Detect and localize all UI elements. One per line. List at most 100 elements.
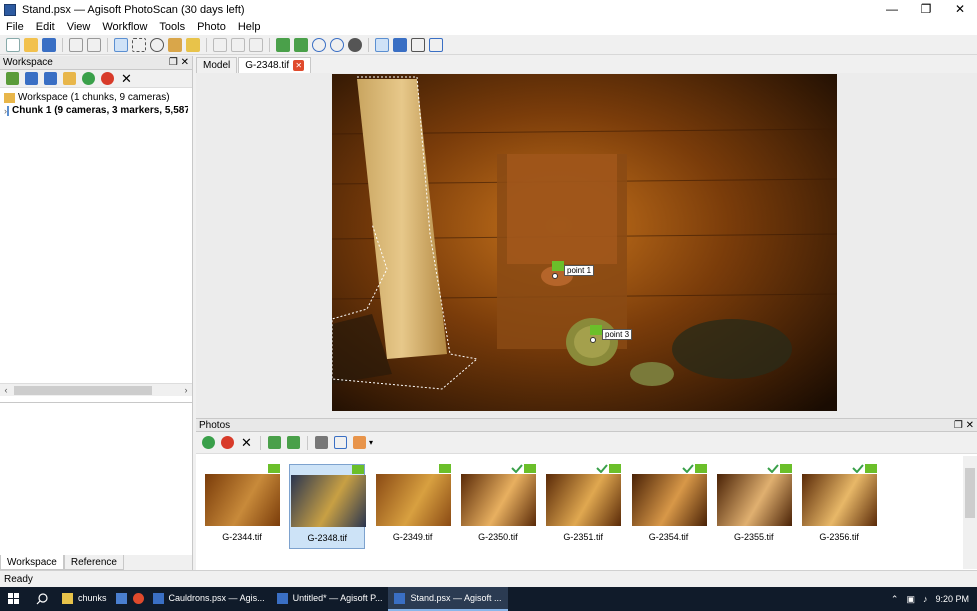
search-button[interactable]: [28, 587, 56, 611]
rectangle-select-icon[interactable]: [132, 37, 146, 52]
rotate-right-icon[interactable]: [294, 37, 308, 52]
float-panel-icon[interactable]: ❐: [954, 420, 963, 431]
photo-thumbnail[interactable]: G-2355.tif: [716, 464, 792, 549]
photoscan-icon: [394, 592, 406, 604]
filter-icon[interactable]: [315, 436, 328, 449]
photo-thumbnail[interactable]: G-2350.tif: [460, 464, 536, 549]
intelligent-scissors-icon[interactable]: [168, 37, 182, 52]
photo-thumbnail[interactable]: G-2354.tif: [631, 464, 707, 549]
add-selection-icon[interactable]: [213, 37, 227, 52]
minimize-button[interactable]: —: [875, 0, 909, 19]
tab-workspace[interactable]: Workspace: [0, 555, 64, 570]
menu-workflow[interactable]: Workflow: [96, 21, 153, 33]
volume-icon[interactable]: ♪: [923, 594, 928, 604]
open-folder-icon[interactable]: [24, 37, 38, 52]
marker-point-1[interactable]: point 1: [552, 261, 595, 279]
tree-item-label: Chunk 1 (9 cameras, 3 markers, 5,587: [12, 105, 188, 116]
add-folder-icon[interactable]: [44, 72, 57, 85]
taskbar-item-stand[interactable]: Stand.psx — Agisoft ...: [388, 587, 508, 611]
show-masks-icon[interactable]: [375, 37, 389, 52]
zoom-out-icon[interactable]: [330, 37, 344, 52]
scrollbar-thumb[interactable]: [14, 386, 152, 395]
photo-image[interactable]: point 1 point 3: [332, 74, 837, 411]
menu-edit[interactable]: Edit: [30, 21, 61, 33]
add-photos-icon[interactable]: [25, 72, 38, 85]
panel-controls: ❐ ✕: [954, 420, 974, 431]
menu-file[interactable]: File: [0, 21, 30, 33]
brightness-icon[interactable]: [348, 37, 362, 52]
close-panel-icon[interactable]: ✕: [966, 420, 974, 431]
menu-help[interactable]: Help: [232, 21, 267, 33]
close-panel-icon[interactable]: ✕: [181, 57, 189, 68]
crop-selection-icon[interactable]: [249, 37, 263, 52]
clock[interactable]: 9:20 PM: [935, 594, 969, 604]
rotate-right-icon[interactable]: [287, 436, 300, 449]
taskbar-item-label: Untitled* — Agisoft P...: [292, 593, 383, 603]
rotate-left-icon[interactable]: [268, 436, 281, 449]
enable-icon[interactable]: [82, 72, 95, 85]
tree-item-workspace[interactable]: Workspace (1 chunks, 9 cameras): [4, 91, 188, 104]
menu-view[interactable]: View: [61, 21, 97, 33]
tab-photo[interactable]: G-2348.tif ✕: [238, 57, 312, 73]
photo-thumbnail[interactable]: G-2351.tif: [545, 464, 622, 549]
photo-thumbnail[interactable]: G-2356.tif: [801, 464, 878, 549]
taskbar-item-untitled[interactable]: Untitled* — Agisoft P...: [271, 587, 389, 611]
float-panel-icon[interactable]: ❐: [169, 57, 178, 68]
lasso-select-icon[interactable]: [150, 37, 164, 52]
magic-wand-icon[interactable]: [186, 37, 200, 52]
scrollbar-thumb[interactable]: [965, 468, 975, 518]
disable-camera-icon[interactable]: [221, 436, 234, 449]
thumbnail-image: [375, 474, 451, 526]
tab-model[interactable]: Model: [196, 57, 238, 73]
enable-camera-icon[interactable]: [202, 436, 215, 449]
zoom-in-icon[interactable]: [312, 37, 326, 52]
start-button[interactable]: [0, 587, 28, 611]
photo-thumbnail[interactable]: G-2349.tif: [375, 464, 451, 549]
vertical-scrollbar[interactable]: [963, 456, 977, 569]
remove-camera-icon[interactable]: ✕: [240, 436, 253, 449]
toolbar-separator: [62, 37, 63, 52]
new-file-icon[interactable]: [6, 37, 20, 52]
chevron-up-icon[interactable]: ⌃: [891, 594, 899, 605]
windows-icon: [8, 593, 19, 604]
photo-viewer[interactable]: point 1 point 3: [196, 73, 977, 418]
photo-thumbnail[interactable]: G-2344.tif: [204, 464, 280, 549]
horizontal-scrollbar[interactable]: ‹ ›: [0, 383, 192, 396]
subtract-selection-icon[interactable]: [231, 37, 245, 52]
close-tab-icon[interactable]: ✕: [293, 60, 305, 71]
rotate-left-icon[interactable]: [276, 37, 290, 52]
redo-icon[interactable]: [87, 37, 101, 52]
navigation-tool-icon[interactable]: [114, 37, 128, 52]
scroll-left-icon[interactable]: ‹: [0, 384, 12, 397]
system-tray: ⌃ ▣ ♪ 9:20 PM: [891, 587, 969, 611]
workspace-panel-header: Workspace ❐ ✕: [0, 56, 192, 70]
taskbar-pinned-browser[interactable]: [130, 587, 147, 611]
add-marker-icon[interactable]: [63, 72, 76, 85]
scroll-right-icon[interactable]: ›: [180, 384, 192, 397]
app-icon: [4, 3, 16, 16]
remove-icon[interactable]: ✕: [120, 72, 133, 85]
view-mode-icon[interactable]: [353, 436, 366, 449]
menu-photo[interactable]: Photo: [191, 21, 232, 33]
taskbar-item-cauldrons[interactable]: Cauldrons.psx — Agis...: [147, 587, 271, 611]
undo-icon[interactable]: [69, 37, 83, 52]
network-icon[interactable]: ▣: [906, 594, 915, 605]
disable-icon[interactable]: [101, 72, 114, 85]
taskbar-item-chunks[interactable]: chunks: [56, 587, 113, 611]
marker-point-3[interactable]: point 3: [590, 325, 633, 343]
move-tool-icon[interactable]: [429, 37, 443, 52]
save-icon[interactable]: [42, 37, 56, 52]
show-markers-icon[interactable]: [393, 37, 407, 52]
tree-item-chunk[interactable]: › Chunk 1 (9 cameras, 3 markers, 5,587: [4, 104, 188, 117]
tab-reference[interactable]: Reference: [63, 555, 124, 570]
maximize-button[interactable]: ❐: [909, 0, 943, 19]
marker-flag-icon: [865, 464, 878, 473]
close-button[interactable]: ✕: [943, 0, 977, 19]
view-mode-dropdown-icon[interactable]: ▾: [369, 438, 373, 447]
photo-thumbnail[interactable]: G-2348.tif: [289, 464, 367, 549]
add-chunk-icon[interactable]: [6, 72, 19, 85]
taskbar-pinned-app[interactable]: [113, 587, 130, 611]
show-shapes-icon[interactable]: [411, 37, 425, 52]
reset-filter-icon[interactable]: [334, 436, 347, 449]
menu-tools[interactable]: Tools: [153, 21, 191, 33]
